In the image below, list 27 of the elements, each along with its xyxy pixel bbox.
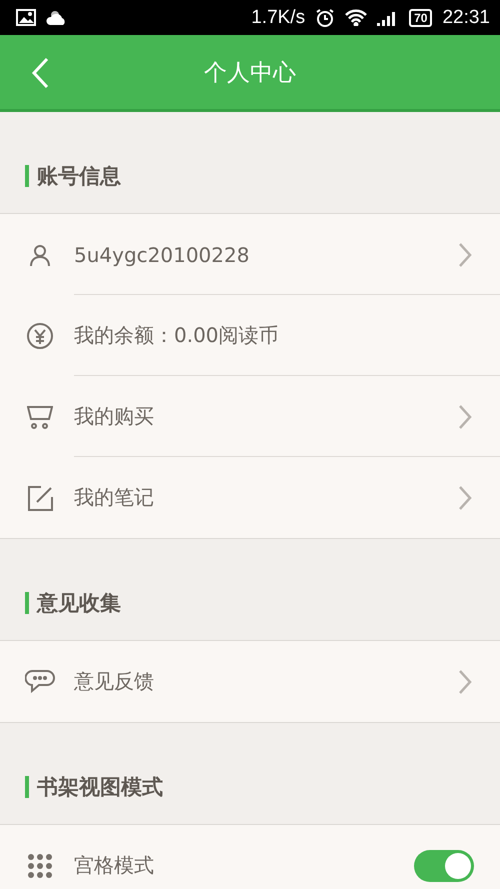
chevron-right-icon [458,404,472,430]
user-icon [28,242,52,266]
menu-item[interactable]: 5u4ygc20100228 [74,242,458,266]
section-title: 意见收集 [25,592,121,614]
menu-item[interactable]: 我的笔记 [74,484,458,511]
section-title: 书架视图模式 [25,776,163,798]
balance-text: 我的余额：0.00阅读币 [74,322,280,349]
network-speed: 1.7K/s [251,6,306,28]
section-title: 账号信息 [25,164,121,186]
menu-item[interactable]: 我的购买 [74,403,458,430]
edit-icon [27,484,53,510]
cart-icon [27,404,53,430]
wifi-icon [345,9,368,26]
chevron-right-icon [458,668,472,694]
back-icon [31,57,49,89]
battery-icon: 70 [409,8,432,26]
page-title: 个人中心 [203,58,297,88]
grid-icon [27,852,53,878]
alarm-icon [315,8,336,28]
yen-coin-icon [26,322,54,350]
chevron-right-icon [458,242,472,268]
chevron-right-icon [458,484,472,510]
setting-label: 宫格模式 [74,852,155,879]
clock: 22:31 [442,6,490,28]
chat-bubble-icon [25,668,55,694]
image-icon [16,9,36,26]
toggle-switch[interactable] [414,850,474,882]
